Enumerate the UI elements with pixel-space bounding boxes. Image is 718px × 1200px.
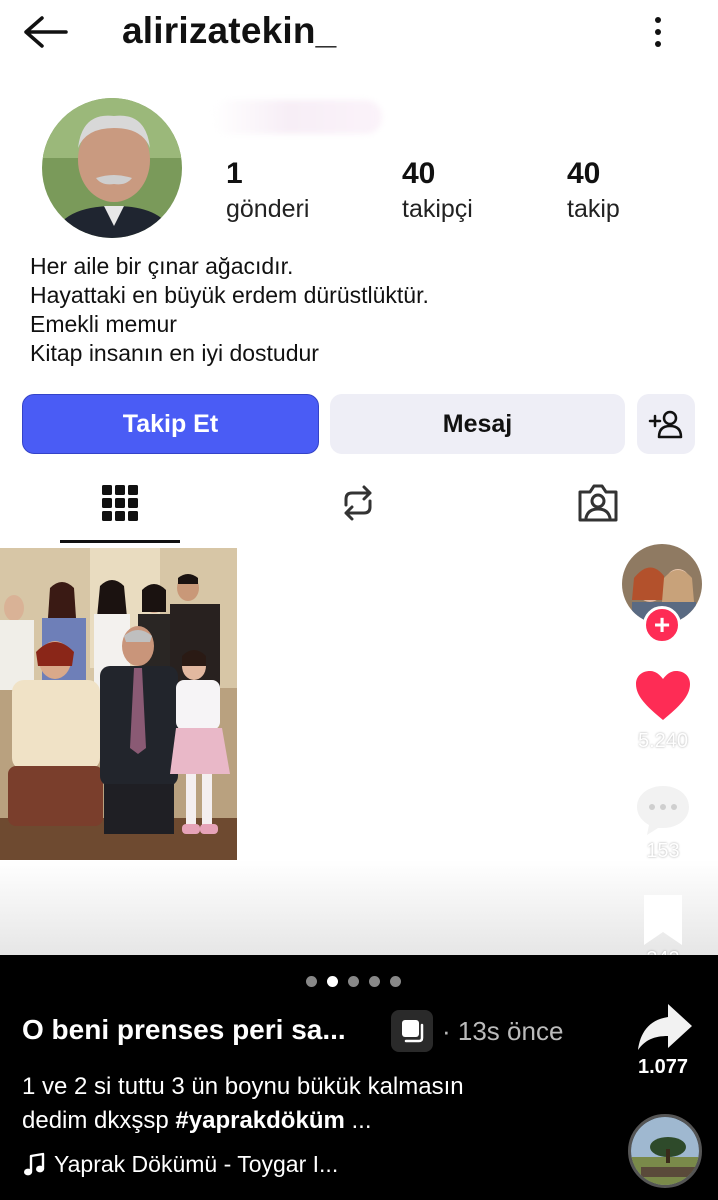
music-info[interactable]: Yaprak Dökümü - Toygar I... <box>22 1151 338 1178</box>
profile-bio: Her aile bir çınar ağacıdır. Hayattaki e… <box>30 252 429 368</box>
add-person-icon <box>648 410 683 439</box>
page-dot[interactable] <box>390 976 401 987</box>
post-thumbnail[interactable] <box>0 548 237 863</box>
grid-icon <box>102 485 138 521</box>
profile-avatar[interactable] <box>42 98 182 238</box>
video-description[interactable]: 1 ve 2 si tuttu 3 ün boynu bükük kalması… <box>22 1070 464 1138</box>
follow-creator-plus-icon[interactable]: + <box>643 606 681 644</box>
description-text: dedim dkxşsp <box>22 1107 176 1134</box>
video-overlay-fade <box>0 860 718 955</box>
tab-reposts[interactable] <box>298 474 418 532</box>
posts-count: 1 <box>226 157 243 190</box>
posts-stat[interactable]: 1 gönderi <box>226 156 309 226</box>
profile-username: alirizatekin_ <box>122 10 337 51</box>
bio-line: Her aile bir çınar ağacıdır. <box>30 253 294 279</box>
post-time: · 13s önce <box>442 1016 564 1046</box>
followers-stat[interactable]: 40 takipçi <box>402 156 473 226</box>
following-stat[interactable]: 40 takip <box>567 156 620 226</box>
followers-count: 40 <box>402 157 436 190</box>
back-arrow-icon[interactable] <box>22 14 68 50</box>
hashtag-link[interactable]: #yaprakdöküm <box>175 1107 344 1134</box>
message-button[interactable]: Mesaj <box>330 394 625 454</box>
following-count: 40 <box>567 157 601 190</box>
top-bar: alirizatekin_ <box>0 0 718 70</box>
comments-count: 153 <box>646 840 680 862</box>
heart-icon[interactable] <box>634 668 692 724</box>
tab-posts-grid[interactable] <box>60 474 180 532</box>
blurred-display-name <box>212 100 382 134</box>
comment-icon[interactable] <box>634 782 692 838</box>
followers-label: takipçi <box>402 195 473 223</box>
share-icon[interactable] <box>636 1000 694 1056</box>
page-dot-active[interactable] <box>327 976 338 987</box>
likes-count: 5.240 <box>637 730 689 752</box>
following-label: takip <box>567 195 620 223</box>
page-dot[interactable] <box>306 976 317 987</box>
posts-label: gönderi <box>226 195 310 223</box>
follow-button[interactable]: Takip Et <box>22 394 319 454</box>
photo-carousel-icon <box>402 1020 424 1043</box>
carousel-pagination <box>306 976 401 987</box>
bio-line: Hayattaki en büyük erdem dürüstlüktür. <box>30 282 429 308</box>
music-note-icon <box>24 1152 45 1175</box>
video-title[interactable]: O beni prenses peri sa... <box>22 1014 346 1046</box>
suggest-users-button[interactable] <box>637 394 695 454</box>
description-line: 1 ve 2 si tuttu 3 ün boynu bükük kalması… <box>22 1073 464 1100</box>
bookmark-icon[interactable] <box>634 892 692 948</box>
photo-mode-badge <box>391 1010 433 1052</box>
description-ellipsis: ... <box>344 1107 372 1134</box>
more-options-icon[interactable] <box>648 14 668 50</box>
tab-tagged[interactable] <box>538 474 658 532</box>
bio-line: Emekli memur <box>30 311 177 337</box>
repost-icon <box>344 485 372 521</box>
page-dot[interactable] <box>369 976 380 987</box>
active-tab-indicator <box>60 540 180 543</box>
shares-count: 1.077 <box>637 1056 689 1078</box>
description-line: dedim dkxşsp #yaprakdöküm ... <box>22 1104 464 1138</box>
bio-line: Kitap insanın en iyi dostudur <box>30 340 319 366</box>
music-disc[interactable] <box>628 1114 702 1188</box>
tagged-icon <box>578 484 618 522</box>
page-dot[interactable] <box>348 976 359 987</box>
music-title: Yaprak Dökümü - Toygar I... <box>54 1151 339 1177</box>
